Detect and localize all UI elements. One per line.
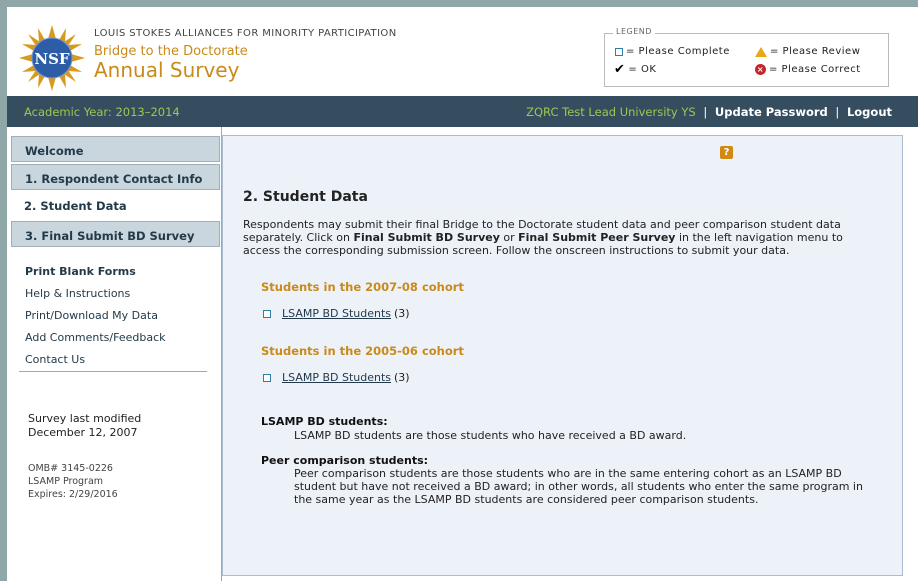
page-title: 2. Student Data [243,189,368,205]
legend-label: LEGEND [613,27,655,36]
warning-icon [755,46,767,57]
cohort-heading-2007-08: Students in the 2007-08 cohort [261,280,464,294]
university-name: ZQRC Test Lead University YS [526,105,696,119]
nav-welcome[interactable]: Welcome [11,136,220,162]
cohort-heading-2005-06: Students in the 2005-06 cohort [261,344,464,358]
sidebar: Welcome 1. Respondent Contact Info 2. St… [7,127,222,581]
main-content: ? 2. Student Data Respondents may submit… [222,135,903,576]
legend-item-ok: ✔ = OK [614,61,657,77]
legend: LEGEND = Please Complete = Please Review… [604,27,889,87]
user-menu: ZQRC Test Lead University YS | Update Pa… [526,105,892,119]
help-instructions-link[interactable]: Help & Instructions [25,287,130,300]
academic-year: Academic Year: 2013–2014 [24,105,180,119]
print-download-data-link[interactable]: Print/Download My Data [25,309,158,322]
page: NSF LOUIS STOKES ALLIANCES FOR MINORITY … [7,7,918,581]
student-count: (3) [394,307,410,320]
nsf-logo: NSF [19,25,85,91]
cohort-row-2007-08: LSAMP BD Students (3) [263,307,410,320]
add-comments-feedback-link[interactable]: Add Comments/Feedback [25,331,166,344]
top-bar: Academic Year: 2013–2014 ZQRC Test Lead … [7,96,918,127]
update-password-link[interactable]: Update Password [715,105,828,119]
logout-link[interactable]: Logout [847,105,892,119]
student-count: (3) [394,371,410,384]
empty-box-icon [615,47,623,56]
nav-student-data[interactable]: 2. Student Data [11,192,220,218]
legend-item-please-complete: = Please Complete [615,46,730,57]
definition-title-peer: Peer comparison students: [261,454,429,467]
lsamp-bd-students-link-2005-06[interactable]: LSAMP BD Students [282,371,391,384]
empty-box-icon [263,373,271,382]
survey-title: Annual Survey [94,58,240,82]
check-icon: ✔ [614,61,626,77]
omb-info: OMB# 3145-0226 LSAMP Program Expires: 2/… [28,463,118,500]
nav-final-submit-bd-survey[interactable]: 3. Final Submit BD Survey [11,221,220,247]
nav-respondent-contact-info[interactable]: 1. Respondent Contact Info [11,164,220,190]
separator: | [835,105,840,119]
cohort-row-2005-06: LSAMP BD Students (3) [263,371,410,384]
contact-us-link[interactable]: Contact Us [25,353,85,366]
legend-item-please-correct: × = Please Correct [755,64,861,75]
empty-box-icon [263,309,271,318]
definition-body-peer: Peer comparison students are those stude… [294,467,863,506]
survey-last-modified: Survey last modified December 12, 2007 [28,412,142,439]
definition-body-lsamp: LSAMP BD students are those students who… [294,429,687,442]
help-icon[interactable]: ? [720,146,733,159]
separator: | [703,105,708,119]
intro-text: Respondents may submit their final Bridg… [243,218,843,257]
svg-text:NSF: NSF [34,50,70,68]
org-name: LOUIS STOKES ALLIANCES FOR MINORITY PART… [94,28,397,39]
sidebar-divider [19,371,207,372]
lsamp-bd-students-link-2007-08[interactable]: LSAMP BD Students [282,307,391,320]
header: NSF LOUIS STOKES ALLIANCES FOR MINORITY … [7,7,918,96]
legend-item-please-review: = Please Review [755,46,860,57]
survey-subtitle: Bridge to the Doctorate [94,44,248,59]
definition-title-lsamp: LSAMP BD students: [261,415,388,428]
error-icon: × [755,64,766,75]
print-blank-forms-link[interactable]: Print Blank Forms [25,265,136,278]
